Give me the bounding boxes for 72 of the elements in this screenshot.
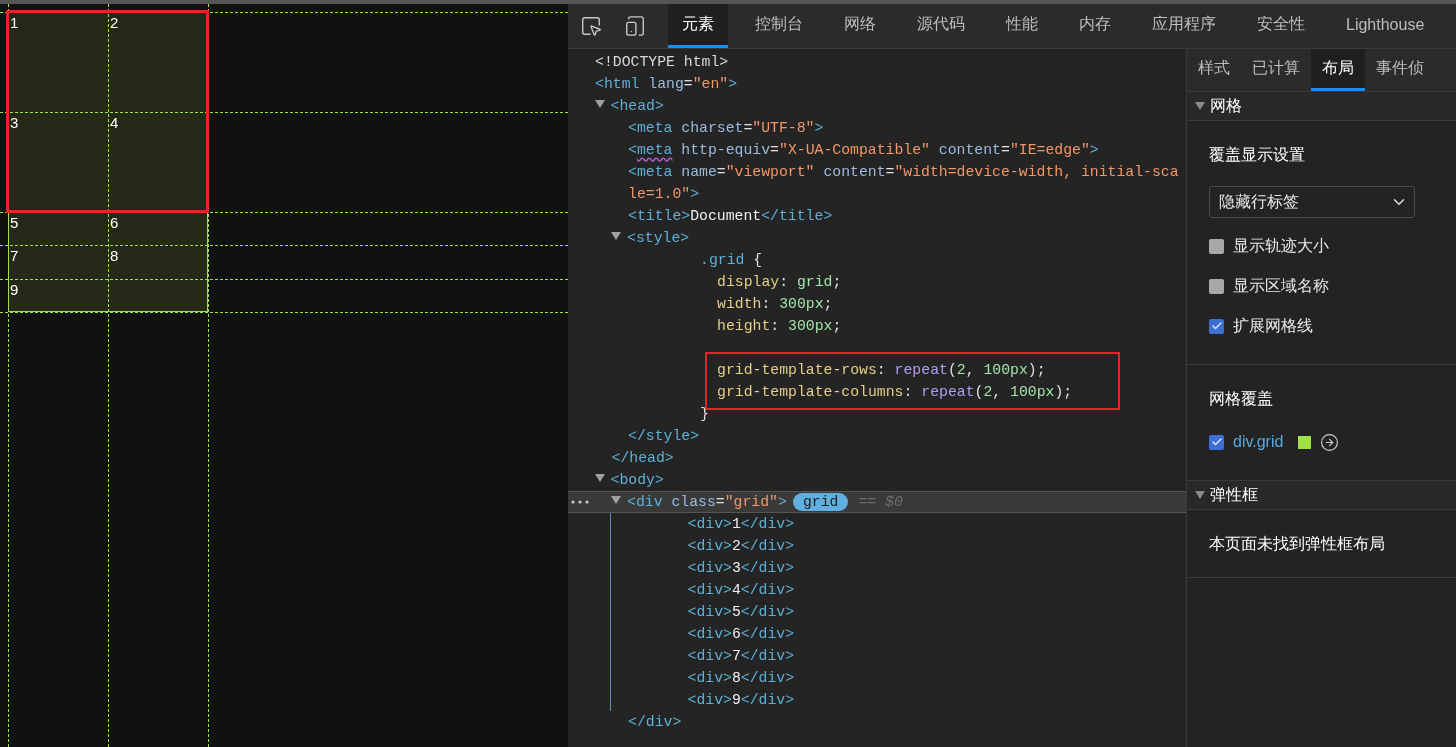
- panel-tab[interactable]: 内存: [1065, 4, 1125, 48]
- panel-tab[interactable]: 源代码: [903, 4, 979, 48]
- section-heading: 覆盖显示设置: [1209, 145, 1306, 165]
- grid-item-label: 2: [110, 14, 119, 31]
- code-line: grid-template-rows: repeat(2, 100px);: [717, 361, 1047, 380]
- dom-node[interactable]: <!DOCTYPE html>: [568, 51, 1186, 73]
- grid-item-label: 6: [110, 214, 119, 231]
- grid-item-label: 3: [10, 114, 19, 131]
- dom-node[interactable]: <body>: [568, 469, 1186, 491]
- grid-item-label: 1: [10, 14, 19, 31]
- element-link[interactable]: div.grid: [1233, 433, 1284, 451]
- sidebar-tab[interactable]: 事件侦: [1365, 49, 1435, 91]
- grid-item-label: 5: [10, 214, 19, 231]
- more-icon[interactable]: [571, 500, 589, 504]
- expand-triangle-icon[interactable]: [594, 100, 605, 108]
- dom-node[interactable]: <div>7</div>: [611, 645, 1186, 667]
- code-line: grid-template-columns: repeat(2, 100px);: [717, 383, 1074, 402]
- section-header[interactable]: 网格: [1187, 91, 1456, 121]
- dom-node[interactable]: <div>5</div>: [611, 601, 1186, 623]
- sidebar-tab[interactable]: 已计算: [1241, 49, 1311, 91]
- grid-item-label: 7: [10, 247, 19, 265]
- expand-triangle-icon[interactable]: [611, 496, 621, 504]
- dom-node[interactable]: <html lang="en">: [568, 73, 1186, 95]
- code-line: }: [700, 405, 710, 424]
- panel-tab[interactable]: 控制台: [741, 4, 817, 48]
- checkbox-label[interactable]: 显示轨迹大小: [1233, 235, 1329, 257]
- checkbox[interactable]: [1209, 238, 1224, 254]
- dom-node[interactable]: <div>1</div>: [611, 513, 1186, 535]
- empty-message: 本页面未找到弹性框布局: [1209, 534, 1386, 554]
- overlay-select[interactable]: 隐藏行标签: [1209, 186, 1415, 218]
- dom-node[interactable]: <title>Document</title>: [568, 205, 1186, 227]
- checkbox-label[interactable]: 显示区域名称: [1233, 275, 1329, 297]
- dom-node[interactable]: <head>: [568, 95, 1186, 117]
- panel-tab[interactable]: 应用程序: [1138, 4, 1230, 48]
- grid-item-label: 4: [110, 114, 119, 131]
- grid-item-label: 8: [110, 247, 119, 265]
- code-line: .grid {: [700, 251, 764, 270]
- panel-tab[interactable]: 元素: [668, 4, 728, 48]
- color-swatch[interactable]: [1298, 435, 1312, 449]
- dom-node[interactable]: <div>9</div>: [611, 689, 1186, 711]
- dom-node[interactable]: <meta charset="UTF-8">: [568, 117, 1186, 139]
- code-line: width: 300px;: [716, 295, 834, 314]
- checkbox[interactable]: [1209, 434, 1224, 450]
- panel-tab[interactable]: 安全性: [1243, 4, 1319, 48]
- grid-badge[interactable]: grid: [792, 493, 849, 511]
- dom-node[interactable]: </style>: [568, 425, 1186, 447]
- dom-node[interactable]: <div>6</div>: [611, 623, 1186, 645]
- checkbox[interactable]: [1209, 318, 1224, 334]
- dom-node[interactable]: <div>4</div>: [611, 579, 1186, 601]
- checkbox[interactable]: [1209, 278, 1224, 294]
- grid-item-label: 9: [10, 280, 19, 298]
- section-heading: 网格覆盖: [1209, 389, 1274, 409]
- panel-tab[interactable]: 网络: [830, 4, 890, 48]
- expand-triangle-icon[interactable]: [594, 474, 605, 482]
- panel-tab[interactable]: Lighthouse: [1332, 4, 1439, 48]
- arrow-right-icon[interactable]: [1320, 432, 1340, 452]
- dom-node[interactable]: <div>8</div>: [611, 667, 1186, 689]
- section-header[interactable]: 弹性框: [1187, 480, 1456, 510]
- code-line: display: grid;: [716, 273, 843, 292]
- dom-node[interactable]: </head>: [568, 447, 1186, 469]
- code-line: height: 300px;: [716, 317, 843, 336]
- dom-node[interactable]: </div>: [568, 711, 1186, 733]
- dom-node[interactable]: <meta http-equiv="X-UA-Compatible" content="IE=edge">: [568, 139, 1186, 161]
- checkbox-label[interactable]: 扩展网格线: [1233, 315, 1313, 337]
- dom-node[interactable]: <div>3</div>: [611, 557, 1186, 579]
- expand-triangle-icon[interactable]: [611, 232, 621, 240]
- panel-tab[interactable]: 性能: [992, 4, 1052, 48]
- dom-node[interactable]: <div>2</div>: [611, 535, 1186, 557]
- dom-node[interactable]: <style>: [568, 227, 1186, 249]
- sidebar-tab[interactable]: 样式: [1187, 49, 1241, 91]
- sidebar-tab[interactable]: 布局: [1311, 49, 1365, 91]
- dom-node[interactable]: <meta name="viewport" content="width=device-width, initial-scale=1.0">: [568, 161, 1186, 205]
